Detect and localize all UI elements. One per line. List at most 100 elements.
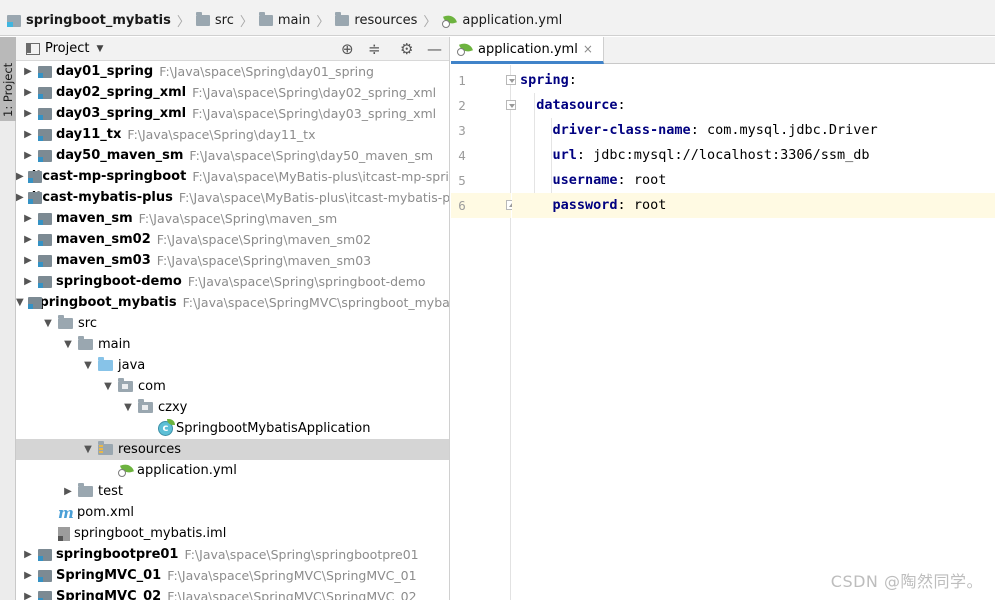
tree-row-yml[interactable]: application.yml [16, 460, 449, 481]
code-line[interactable]: username: root [512, 168, 995, 193]
chevron-right-icon[interactable]: ▶ [22, 87, 34, 98]
code-line[interactable]: password: root [512, 193, 995, 218]
tree-row-package[interactable]: ▼ czxy [16, 397, 449, 418]
chevron-down-icon[interactable]: ▼ [102, 381, 114, 392]
tree-row-source-folder[interactable]: ▼ java [16, 355, 449, 376]
code-line[interactable]: driver-class-name: com.mysql.jdbc.Driver [512, 118, 995, 143]
tree-row-module[interactable]: ▶ springbootpre01 F:\Java\space\Spring\spr… [16, 544, 449, 565]
tree-row-resources[interactable]: ▼ resources [16, 439, 449, 460]
tree-row-folder[interactable]: ▶ test [16, 481, 449, 502]
editor-area: application.yml × 1 2 3 4 5 6 spring: datasou… [451, 37, 995, 600]
line-number: 1 [458, 73, 466, 88]
chevron-down-icon[interactable]: ▼ [16, 297, 24, 308]
chevron-right-icon[interactable]: ▶ [22, 276, 34, 287]
breadcrumb-item[interactable]: application.yml [440, 6, 566, 36]
chevron-down-icon[interactable]: ▼ [42, 318, 54, 329]
tree-row-module[interactable]: ▶ day03_spring_xml F:\Java\space\Spring\da… [16, 103, 449, 124]
chevron-right-icon[interactable]: ▶ [22, 66, 34, 77]
tree-item-label: springboot-demo [56, 274, 182, 289]
project-panel-title[interactable]: Project [45, 41, 89, 56]
project-tool-button[interactable]: 1: Project [0, 37, 16, 121]
collapse-icon[interactable]: ≑ [368, 40, 381, 58]
chevron-right-icon[interactable]: ▶ [22, 234, 34, 245]
chevron-right-icon[interactable]: ▶ [22, 591, 34, 600]
code-editor[interactable]: spring: datasource: driver-class-name: c… [512, 65, 995, 600]
tree-row-module[interactable]: ▶ day02_spring_xml F:\Java\space\Spring\da… [16, 82, 449, 103]
tab-application-yml[interactable]: application.yml × [451, 37, 604, 64]
chevron-down-icon[interactable]: ▼ [96, 44, 103, 54]
chevron-down-icon[interactable]: ▼ [62, 339, 74, 350]
module-icon [38, 128, 52, 141]
tree-row-module[interactable]: ▶ maven_sm02 F:\Java\space\Spring\maven_sm… [16, 229, 449, 250]
tree-row-module[interactable]: ▶ springboot-demo F:\Java\space\Spring\spr… [16, 271, 449, 292]
chevron-down-icon[interactable]: ▼ [82, 360, 94, 371]
tree-row-module[interactable]: ▼ springboot_mybatis F:\Java\space\SpringM… [16, 292, 449, 313]
gear-icon[interactable]: ⚙ [400, 40, 413, 58]
tree-item-path: F:\Java\space\Spring\maven_sm [138, 211, 338, 226]
tree-row-module[interactable]: ▶ itcast-mp-springboot F:\Java\space\MyBat… [16, 166, 449, 187]
tree-row-package[interactable]: ▼ com [16, 376, 449, 397]
chevron-right-icon[interactable]: ▶ [22, 108, 34, 119]
module-icon [38, 254, 52, 267]
tree-item-path: F:\Java\space\Spring\day11_tx [127, 127, 316, 142]
tree-item-label: test [98, 484, 123, 499]
tool-window-stripe: 1: Project [0, 37, 16, 600]
chevron-right-icon[interactable]: ▶ [16, 171, 24, 182]
tree-row-module[interactable]: ▶ SpringMVC_01 F:\Java\space\SpringMVC\Spr… [16, 565, 449, 586]
minimize-icon[interactable]: — [427, 40, 442, 58]
breadcrumb-item[interactable]: src [194, 6, 238, 36]
tree-item-label: itcast-mybatis-plus [31, 190, 173, 205]
tree-row-module[interactable]: ▶ SpringMVC_02 F:\Java\space\SpringMVC\Spr… [16, 586, 449, 600]
line-number: 4 [458, 148, 466, 163]
tree-row-folder[interactable]: ▼ src [16, 313, 449, 334]
tree-row-maven[interactable]: m pom.xml [16, 502, 449, 523]
code-line[interactable]: url: jdbc:mysql://localhost:3306/ssm_db [512, 143, 995, 168]
chevron-down-icon[interactable]: ▼ [82, 444, 94, 455]
tree-row-module[interactable]: ▶ day11_tx F:\Java\space\Spring\day11_tx [16, 124, 449, 145]
chevron-right-icon[interactable]: ▶ [62, 486, 74, 497]
tree-row-class[interactable]: c SpringbootMybatisApplication [16, 418, 449, 439]
spring-yml-icon [118, 462, 134, 478]
chevron-right-icon[interactable]: ▶ [22, 150, 34, 161]
tree-row-iml[interactable]: springboot_mybatis.iml [16, 523, 449, 544]
chevron-down-icon[interactable]: ▼ [122, 402, 134, 413]
chevron-right-icon[interactable]: ▶ [22, 570, 34, 581]
iml-file-icon [58, 526, 70, 541]
tree-row-module[interactable]: ▶ day50_maven_sm F:\Java\space\Spring\day5… [16, 145, 449, 166]
project-tree: ▶ day01_spring F:\Java\space\Spring\day01_… [16, 61, 449, 600]
tree-item-label: main [98, 337, 131, 352]
tree-row-folder[interactable]: ▼ main [16, 334, 449, 355]
breadcrumb-item[interactable]: springboot_mybatis [5, 6, 175, 36]
tree-item-path: F:\Java\space\SpringMVC\SpringMVC_01 [167, 568, 417, 583]
locate-icon[interactable]: ⊕ [341, 40, 354, 58]
tree-item-label: resources [118, 442, 182, 457]
chevron-right-icon[interactable]: ▶ [22, 129, 34, 140]
code-line[interactable]: datasource: [512, 93, 995, 118]
chevron-right-icon[interactable]: ▶ [22, 549, 34, 560]
tree-item-label: day50_maven_sm [56, 148, 184, 163]
folder-icon [78, 336, 93, 350]
tree-item-path: F:\Java\space\Spring\day03_spring_xml [192, 106, 437, 121]
package-icon [138, 399, 153, 413]
module-icon [38, 590, 52, 600]
breadcrumb-separator-icon: 〉 [316, 15, 330, 30]
chevron-right-icon[interactable]: ▶ [16, 192, 24, 203]
tree-row-module[interactable]: ▶ day01_spring F:\Java\space\Spring\day01_… [16, 61, 449, 82]
tree-item-label: day11_tx [56, 127, 122, 142]
code-line[interactable]: spring: [512, 68, 995, 93]
tree-item-path: F:\Java\space\Spring\maven_sm03 [156, 253, 372, 268]
breadcrumb-item[interactable]: resources [333, 6, 421, 36]
yaml-separator: : [617, 172, 634, 188]
chevron-right-icon[interactable]: ▶ [22, 213, 34, 224]
yaml-separator: : [617, 97, 626, 113]
tree-row-module[interactable]: ▶ maven_sm03 F:\Java\space\Spring\maven_sm… [16, 250, 449, 271]
tree-item-label: application.yml [137, 463, 237, 478]
chevron-right-icon[interactable]: ▶ [22, 255, 34, 266]
tree-row-module[interactable]: ▶ maven_sm F:\Java\space\Spring\maven_sm [16, 208, 449, 229]
breadcrumb-item[interactable]: main [257, 6, 314, 36]
close-icon[interactable]: × [583, 42, 593, 56]
line-number: 5 [458, 173, 466, 188]
tree-row-module[interactable]: ▶ itcast-mybatis-plus F:\Java\space\MyBati… [16, 187, 449, 208]
